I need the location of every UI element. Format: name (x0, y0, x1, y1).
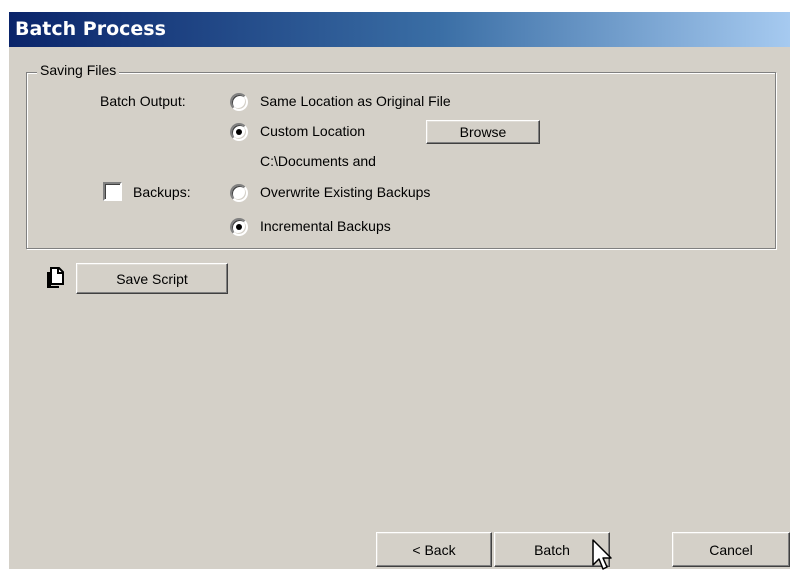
title-bar: Batch Process (9, 12, 790, 47)
left-margin (0, 0, 9, 574)
incremental-backups-label[interactable]: Incremental Backups (260, 218, 391, 234)
backups-label[interactable]: Backups: (133, 184, 191, 200)
custom-location-label[interactable]: Custom Location (260, 123, 365, 139)
batch-process-window: Batch Process Saving Files Batch Output:… (0, 0, 790, 574)
browse-button[interactable]: Browse (426, 120, 540, 144)
cancel-button[interactable]: Cancel (672, 532, 790, 567)
batch-output-label: Batch Output: (100, 93, 186, 109)
bottom-margin (0, 569, 790, 574)
radio-incremental-backups[interactable] (230, 218, 248, 236)
custom-path-text: C:\Documents and (260, 153, 376, 169)
backups-checkbox[interactable] (103, 182, 122, 201)
mouse-pointer-icon (592, 539, 612, 570)
back-button[interactable]: < Back (376, 532, 492, 567)
save-script-button[interactable]: Save Script (76, 263, 228, 294)
same-location-label[interactable]: Same Location as Original File (260, 93, 451, 109)
saving-files-legend: Saving Files (37, 62, 120, 78)
window-title: Batch Process (15, 18, 166, 40)
radio-same-location[interactable] (230, 93, 248, 111)
top-margin (0, 0, 790, 12)
copy-icon (47, 267, 64, 288)
overwrite-backups-label[interactable]: Overwrite Existing Backups (260, 184, 430, 200)
radio-custom-location[interactable] (230, 123, 248, 141)
radio-overwrite-backups[interactable] (230, 184, 248, 202)
